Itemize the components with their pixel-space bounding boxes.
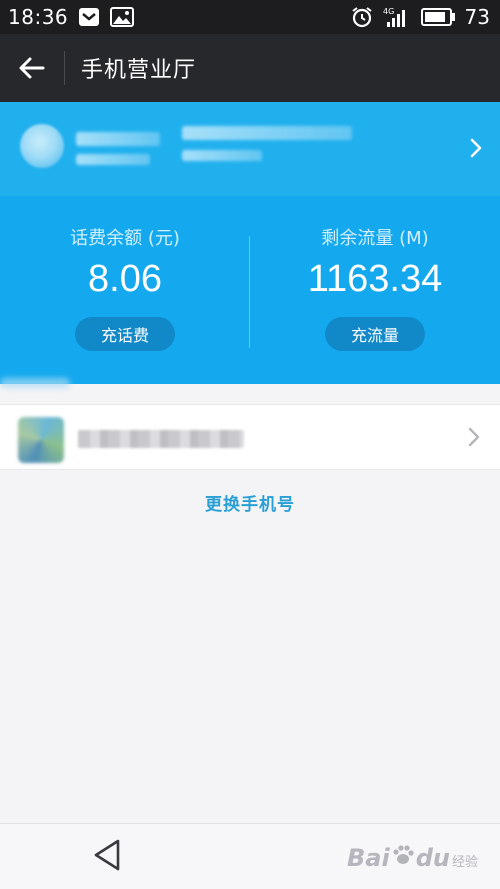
app-bar: 手机营业厅 <box>0 34 500 102</box>
phone-avatar <box>18 417 64 463</box>
phone-number-row[interactable] <box>0 404 500 470</box>
watermark: Bai du 经验 <box>347 844 478 872</box>
account-name-redacted <box>76 132 160 146</box>
status-bar: 18:36 4G 73 <box>0 0 500 34</box>
app-bar-divider <box>64 51 65 85</box>
account-avatar <box>20 124 64 168</box>
paw-icon <box>392 844 414 872</box>
battery-icon <box>420 8 455 26</box>
chevron-right-icon <box>468 427 480 447</box>
account-number-redacted <box>76 154 150 165</box>
data-section: 剩余流量 (M) 1163.34 充流量 <box>250 196 500 384</box>
data-value: 1163.34 <box>307 258 443 300</box>
watermark-brand-left: Bai <box>347 844 390 872</box>
balance-value: 8.06 <box>88 258 162 300</box>
watermark-brand-right: du <box>415 844 450 872</box>
notification-icon <box>78 7 100 27</box>
battery-level: 73 <box>464 5 490 29</box>
back-button[interactable] <box>0 34 64 102</box>
balance-panel: 话费余额 (元) 8.06 充话费 剩余流量 (M) 1163.34 充流量 <box>0 196 500 384</box>
network-type: 4G <box>383 7 394 16</box>
chevron-right-icon <box>470 138 482 158</box>
account-header[interactable] <box>0 102 500 196</box>
watermark-sub: 经验 <box>451 855 478 870</box>
change-number-link[interactable]: 更换手机号 <box>0 490 500 515</box>
data-label: 剩余流量 (M) <box>321 228 429 249</box>
alarm-icon <box>351 6 373 28</box>
image-icon <box>110 7 135 27</box>
bottom-nav-bar: Bai du 经验 <box>0 823 500 889</box>
balance-section: 话费余额 (元) 8.06 充话费 <box>0 196 250 384</box>
panel-edge-blur <box>0 378 70 388</box>
top-up-data-button[interactable]: 充流量 <box>325 317 425 351</box>
triangle-back-icon[interactable] <box>92 838 122 872</box>
page-title: 手机营业厅 <box>81 58 197 83</box>
status-time: 18:36 <box>8 5 69 29</box>
signal-icon: 4G <box>383 6 411 28</box>
balance-label: 话费余额 (元) <box>70 228 180 249</box>
account-detail-redacted <box>182 126 352 140</box>
phone-number-redacted <box>78 430 244 448</box>
arrow-left-icon <box>19 57 45 79</box>
top-up-credit-button[interactable]: 充话费 <box>75 317 175 351</box>
account-detail-redacted-2 <box>182 150 262 161</box>
